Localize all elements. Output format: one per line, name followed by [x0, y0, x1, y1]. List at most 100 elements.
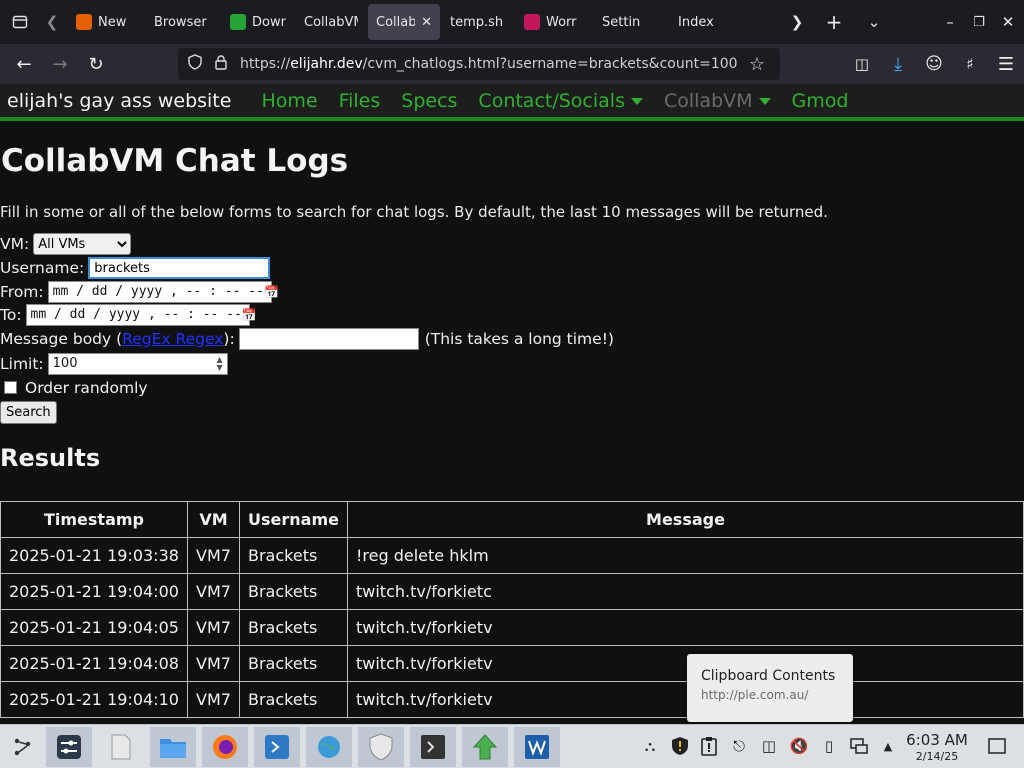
nav-link-specs[interactable]: Specs: [401, 90, 457, 112]
url-text[interactable]: https://elijahr.dev/cvm_chatlogs.html?us…: [240, 56, 738, 72]
update-tray-icon[interactable]: ⎋: [728, 735, 750, 757]
reload-icon[interactable]: ↻: [78, 48, 114, 80]
account-icon[interactable]: ☺: [916, 48, 952, 80]
app-launcher-icon[interactable]: [0, 727, 46, 767]
remote-desktop-task-icon[interactable]: [254, 727, 300, 767]
table-row: 2025-01-21 19:04:10 VM7 Brackets twitch.…: [0, 681, 1024, 718]
search-form: VM: All VMs Username: From: mm / dd / yy…: [0, 232, 1024, 424]
firefox-task-icon[interactable]: [202, 727, 248, 767]
calendar-icon[interactable]: 📅: [264, 285, 279, 299]
forward-icon[interactable]: →: [42, 48, 78, 80]
from-datetime-placeholder: mm / dd / yyyy , -- : -- --: [52, 284, 264, 299]
nav-link-contact[interactable]: Contact/Socials: [478, 90, 643, 112]
order-randomly-checkbox[interactable]: [4, 381, 17, 394]
document-task-icon[interactable]: [98, 727, 144, 767]
from-datetime-input[interactable]: mm / dd / yyyy , -- : -- -- 📅: [47, 280, 279, 303]
regex-link[interactable]: RegEx Regex: [122, 330, 223, 348]
cell-vm: VM7: [187, 645, 240, 682]
restore-icon[interactable]: ❐: [963, 6, 995, 38]
cell-vm: VM7: [187, 681, 240, 718]
back-icon[interactable]: ←: [6, 48, 42, 80]
username-input[interactable]: [88, 257, 271, 279]
terminal-task-icon[interactable]: [410, 727, 456, 767]
usb-device-icon[interactable]: ▯: [818, 735, 840, 757]
browser-tab[interactable]: Worr: [516, 4, 592, 40]
storage-tray-icon[interactable]: ◫: [758, 735, 780, 757]
clock-date: 2/14/25: [915, 750, 959, 763]
number-spinner-icon[interactable]: ▲ ▼: [217, 355, 223, 372]
clock[interactable]: 6:03 AM 2/14/25: [901, 731, 973, 763]
notification-bell-icon[interactable]: ⛬: [639, 735, 661, 757]
table-row: 2025-01-21 19:04:08 VM7 Brackets twitch.…: [0, 645, 1024, 682]
network-globe-task-icon[interactable]: [306, 727, 352, 767]
tab-label: Worr: [546, 14, 577, 30]
security-shield-task-icon[interactable]: [358, 727, 404, 767]
taskbar: ⛬ ⎋ ◫ 🔇 ▯ ▲ 6:03 AM 2/14/25: [0, 724, 1024, 768]
browser-tab[interactable]: Collab ✕: [368, 4, 440, 40]
new-tab-icon[interactable]: +: [818, 6, 850, 38]
clipboard-tray-icon[interactable]: [698, 735, 720, 757]
cell-message: !reg delete hklm: [347, 537, 1024, 574]
browser-tab[interactable]: CollabVM: [296, 4, 366, 40]
limit-value: 100: [52, 356, 78, 371]
tab-label: Settin: [602, 14, 641, 30]
tab-overflow-chevron-icon[interactable]: ⌄: [858, 6, 890, 38]
cell-timestamp: 2025-01-21 19:04:08: [0, 645, 188, 682]
menu-hamburger-icon[interactable]: ☰: [988, 48, 1024, 80]
downloads-icon[interactable]: ⤓: [880, 48, 916, 80]
system-settings-task-icon[interactable]: [46, 727, 92, 767]
calendar-icon[interactable]: 📅: [242, 308, 257, 322]
tab-label: Down: [252, 14, 286, 30]
file-manager-task-icon[interactable]: [150, 727, 196, 767]
nav-link-collabvm[interactable]: CollabVM: [664, 90, 771, 112]
scroll-tabs-right-icon[interactable]: ❯: [781, 6, 813, 38]
show-desktop-icon[interactable]: [986, 735, 1008, 757]
site-title: elijah's gay ass website: [7, 89, 232, 112]
scroll-tabs-left-icon[interactable]: ❮: [36, 6, 68, 38]
to-datetime-input[interactable]: mm / dd / yyyy , -- : -- -- 📅: [25, 303, 257, 326]
from-label: From:: [0, 282, 44, 301]
nav-link-home[interactable]: Home: [261, 90, 317, 112]
limit-label: Limit:: [0, 354, 44, 373]
message-label: Message body (RegEx Regex):: [0, 330, 235, 348]
clock-time: 6:03 AM: [906, 731, 968, 749]
extensions-icon[interactable]: ♯: [952, 48, 988, 80]
cell-message: twitch.tv/forkietc: [347, 573, 1024, 610]
security-tray-icon[interactable]: [669, 735, 691, 757]
url-bar[interactable]: https://elijahr.dev/cvm_chatlogs.html?us…: [178, 48, 780, 80]
vm-select[interactable]: All VMs: [33, 233, 132, 255]
cell-username: Brackets: [239, 537, 348, 574]
browser-tab[interactable]: Index: [670, 4, 742, 40]
close-window-icon[interactable]: ✕: [992, 6, 1024, 38]
browser-tab[interactable]: temp.sh: [442, 4, 514, 40]
tray-expand-icon[interactable]: ▲: [877, 735, 899, 757]
notification-body: http://ple.com.au/: [701, 688, 809, 702]
nav-link-gmod[interactable]: Gmod: [792, 90, 849, 112]
close-tab-icon[interactable]: ✕: [421, 15, 432, 30]
dropdown-caret-icon: [630, 97, 643, 105]
browser-tab[interactable]: New: [68, 4, 144, 40]
bookmark-star-icon[interactable]: ☆: [744, 54, 770, 75]
virtual-machine-task-icon[interactable]: [514, 727, 560, 767]
volume-muted-icon[interactable]: 🔇: [788, 735, 810, 757]
browser-tab[interactable]: Browser: [146, 4, 220, 40]
clipboard-notification[interactable]: Clipboard Contents http://ple.com.au/: [687, 654, 853, 722]
shield-icon[interactable]: [182, 54, 208, 74]
vm-label: VM:: [0, 235, 30, 253]
browser-tab[interactable]: Settin: [594, 4, 668, 40]
network-tray-icon[interactable]: [848, 735, 870, 757]
lock-icon[interactable]: [208, 54, 234, 74]
message-body-input[interactable]: [238, 327, 419, 350]
header-vm: VM: [187, 501, 240, 538]
nav-link-files[interactable]: Files: [339, 90, 381, 112]
minimize-icon[interactable]: –: [934, 6, 966, 38]
limit-number-input[interactable]: 100 ▲ ▼: [47, 352, 228, 375]
toolbar-right: ◫ ⤓ ☺ ♯ ☰: [844, 48, 1024, 80]
header-timestamp: Timestamp: [0, 501, 188, 538]
search-button[interactable]: Search: [0, 401, 57, 424]
pocket-icon[interactable]: ◫: [844, 48, 880, 80]
tab-list-icon[interactable]: [4, 6, 36, 38]
browser-tab[interactable]: Down: [222, 4, 294, 40]
browser-tab-bar: ❮ New Browser Down CollabVM Collab ✕ temp.sh Wo…: [0, 0, 1024, 44]
updater-task-icon[interactable]: [462, 727, 508, 767]
